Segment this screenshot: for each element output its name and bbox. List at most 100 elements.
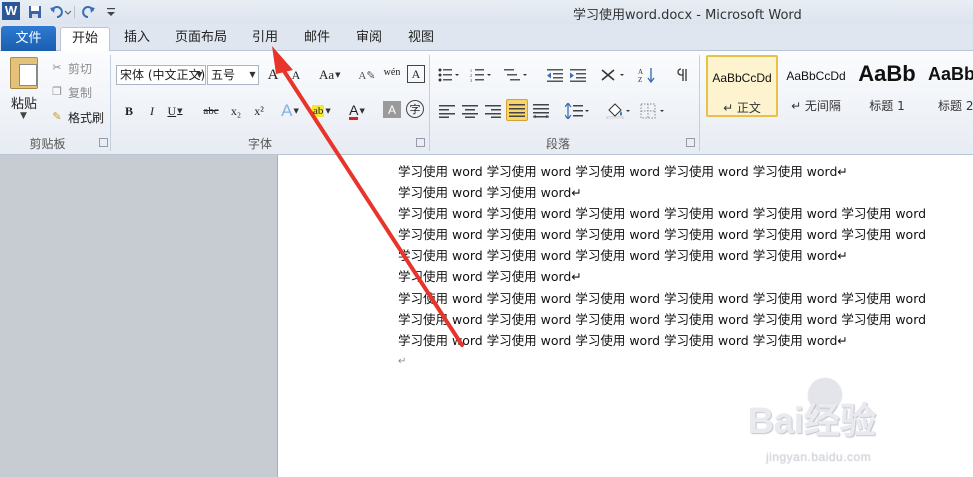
bold-button[interactable]: B [120, 101, 138, 121]
shrink-font-label: A [291, 67, 301, 82]
style-heading-1[interactable]: AaBb 标题 1 [854, 55, 920, 117]
chinese-layout-button[interactable] [600, 65, 626, 85]
chinese-layout-icon [601, 69, 624, 81]
grow-font-button[interactable]: A [264, 65, 282, 85]
shading-button[interactable] [606, 101, 632, 121]
underline-button[interactable]: U ▼ [166, 101, 184, 121]
format-painter-button[interactable]: ✎ 格式刷 [50, 108, 104, 126]
sort-button[interactable]: AZ [638, 65, 656, 85]
font-color-button[interactable]: A ▼ [348, 101, 366, 121]
tab-references[interactable]: 引用 [245, 27, 285, 51]
cut-button[interactable]: ✂ 剪切 [50, 59, 92, 77]
font-name-combo[interactable]: 宋体 (中文正文) ▼ [116, 65, 206, 85]
tab-insert[interactable]: 插入 [115, 27, 159, 51]
style-heading-1-name: 标题 1 [869, 99, 905, 113]
group-divider [699, 55, 700, 151]
paste-icon[interactable] [10, 57, 38, 89]
strikethrough-button[interactable]: abc [202, 101, 220, 121]
shrink-font-button[interactable]: A [287, 65, 305, 85]
paste-button[interactable]: 粘贴 [11, 93, 37, 112]
enclose-character-button[interactable]: 字 [406, 100, 424, 118]
watermark-url: jingyan.baidu.com [766, 450, 872, 464]
align-right-icon [485, 104, 501, 118]
clipboard-launcher-icon[interactable] [99, 138, 108, 147]
align-right-button[interactable] [484, 101, 502, 121]
title-bar: W 学习使用word.docx - Microsoft Word [0, 0, 973, 24]
decrease-indent-button[interactable] [546, 65, 564, 85]
subscript-label: x₂ [230, 103, 242, 118]
document-line: 学习使用 word 学习使用 word 学习使用 word 学习使用 word … [398, 227, 927, 243]
tab-home[interactable]: 开始 [60, 27, 110, 52]
paint-bucket-icon [606, 103, 630, 119]
font-size-combo[interactable]: 五号 ▼ [207, 65, 259, 85]
undo-icon[interactable] [48, 3, 72, 21]
distributed-button[interactable] [532, 101, 550, 121]
font-size-value: 五号 [211, 68, 236, 82]
copy-button[interactable]: ❐ 复制 [50, 83, 92, 101]
align-center-button[interactable] [461, 101, 479, 121]
tab-view[interactable]: 视图 [401, 27, 441, 51]
paste-dropdown-icon[interactable]: ▼ [20, 111, 27, 121]
chevron-down-icon[interactable]: ▼ [194, 66, 205, 84]
format-painter-label: 格式刷 [68, 110, 105, 125]
superscript-button[interactable]: x² [250, 101, 268, 121]
redo-icon[interactable] [80, 3, 98, 21]
style-heading-1-sample: AaBb [858, 61, 916, 86]
save-icon[interactable] [26, 3, 44, 21]
bullets-button[interactable] [438, 65, 460, 85]
show-marks-button[interactable] [674, 65, 692, 85]
align-left-button[interactable] [438, 101, 456, 121]
chevron-down-icon[interactable]: ▼ [247, 66, 258, 84]
character-shading-button[interactable]: A [383, 101, 401, 118]
bullet-list-icon [438, 68, 459, 82]
numbering-button[interactable]: 123 [470, 65, 492, 85]
font-color-label: A [349, 101, 359, 120]
word-app-icon[interactable]: W [2, 2, 20, 20]
character-border-button[interactable]: A [407, 65, 425, 83]
borders-button[interactable] [640, 101, 666, 121]
font-launcher-icon[interactable] [416, 138, 425, 147]
increase-indent-icon [570, 69, 586, 82]
decrease-indent-icon [547, 69, 563, 82]
align-center-icon [462, 104, 478, 118]
multilevel-list-button[interactable] [504, 65, 528, 85]
tab-review[interactable]: 审阅 [349, 27, 389, 51]
tab-file[interactable]: 文件 [1, 26, 56, 51]
subscript-button[interactable]: x₂ [227, 101, 245, 121]
chevron-down-icon: ▼ [335, 71, 341, 79]
document-line: 学习使用 word 学习使用 word↵ [398, 185, 582, 201]
paragraph-launcher-icon[interactable] [686, 138, 695, 147]
document-line: 学习使用 word 学习使用 word 学习使用 word 学习使用 word … [398, 332, 848, 348]
watermark-brand: Bai经验 [748, 400, 877, 441]
copy-label: 复制 [68, 85, 93, 100]
svg-text:Z: Z [638, 76, 642, 83]
phonetic-guide-label: wén [383, 67, 401, 78]
italic-button[interactable]: I [143, 101, 161, 121]
style-no-spacing[interactable]: AaBbCcDd ↵ 无间隔 [780, 55, 852, 117]
strikethrough-label: abc [203, 105, 219, 117]
clear-format-icon: A✎ [358, 69, 376, 82]
tab-mailings[interactable]: 邮件 [297, 27, 337, 51]
clear-format-button[interactable]: A✎ [358, 65, 376, 85]
justify-button[interactable] [506, 99, 528, 121]
character-border-label: A [411, 66, 421, 81]
phonetic-guide-button[interactable]: wén [383, 63, 401, 83]
group-divider [429, 55, 430, 151]
baidu-watermark: Bai经验 jingyan.baidu.com [748, 372, 968, 472]
line-spacing-button[interactable] [565, 101, 591, 121]
document-body[interactable]: 学习使用 word 学习使用 word 学习使用 word 学习使用 word … [398, 161, 973, 372]
highlight-button[interactable]: ab ▼ [312, 101, 331, 121]
brush-icon: ✎ [52, 110, 62, 123]
tab-page-layout[interactable]: 页面布局 [170, 27, 232, 51]
style-heading-2[interactable]: AaBb 标题 2 [924, 55, 973, 117]
change-case-button[interactable]: Aa ▼ [319, 65, 341, 85]
customize-icon[interactable] [104, 3, 118, 21]
text-effects-button[interactable]: A ▼ [281, 101, 299, 121]
character-shading-label: A [387, 102, 396, 117]
style-normal[interactable]: AaBbCcDd ↵ 正文 [706, 55, 778, 117]
document-line: 学习使用 word 学习使用 word 学习使用 word 学习使用 word … [398, 248, 848, 264]
bold-label: B [124, 103, 133, 118]
chevron-down-icon: ▼ [325, 107, 331, 115]
increase-indent-button[interactable] [569, 65, 587, 85]
style-heading-2-name: 标题 2 [938, 99, 973, 113]
